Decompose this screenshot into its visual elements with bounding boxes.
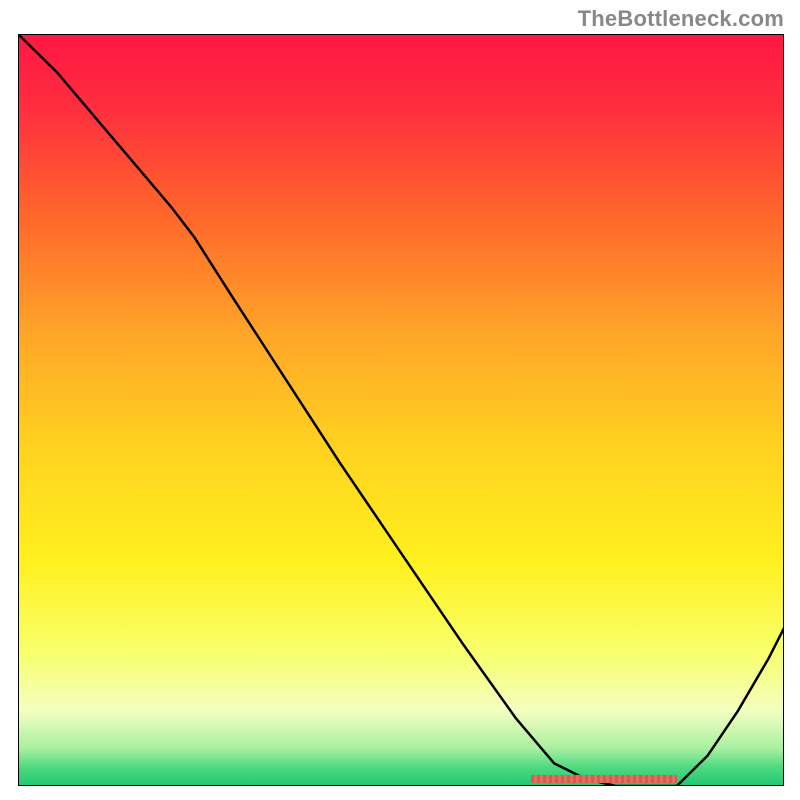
plot-area xyxy=(18,34,784,786)
gradient-background xyxy=(18,34,784,786)
plot-svg xyxy=(18,34,784,786)
watermark-label: TheBottleneck.com xyxy=(578,6,784,32)
chart-stage: TheBottleneck.com xyxy=(0,0,800,800)
optimal-range-marker xyxy=(531,775,677,783)
